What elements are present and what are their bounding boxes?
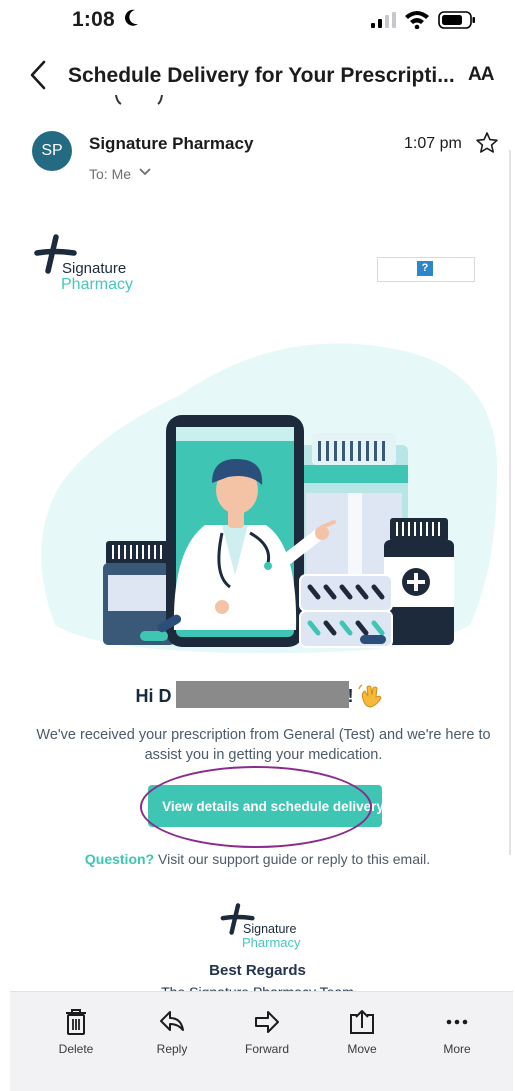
- forward-button[interactable]: Forward: [227, 1008, 307, 1056]
- forward-icon: [255, 1011, 279, 1033]
- support-text: Visit our support guide or reply to this…: [154, 851, 431, 867]
- scrolled-content-fragment: [115, 95, 163, 105]
- broken-image-icon: ?: [417, 261, 433, 276]
- chevron-down-icon[interactable]: [138, 166, 152, 178]
- footer-logo-text-line1: Signature: [243, 922, 297, 936]
- more-label: More: [443, 1042, 471, 1056]
- support-line: Question? Visit our support guide or rep…: [0, 851, 515, 867]
- schedule-delivery-button[interactable]: View details and schedule delivery: [148, 785, 382, 827]
- sender-name[interactable]: Signature Pharmacy: [89, 134, 253, 154]
- star-icon[interactable]: [475, 131, 499, 155]
- delete-label: Delete: [58, 1042, 94, 1056]
- email-subject: Schedule Delivery for Your Prescripti...: [68, 64, 455, 87]
- reply-label: Reply: [156, 1042, 188, 1056]
- status-time: 1:08: [72, 8, 115, 31]
- text-size-button[interactable]: AA: [468, 64, 494, 86]
- hero-illustration: [41, 343, 498, 654]
- reply-button[interactable]: Reply: [132, 1008, 212, 1056]
- email-message: We've received your prescription from Ge…: [36, 727, 491, 763]
- greeting-prefix: Hi D: [135, 686, 172, 706]
- redacted-name: [176, 681, 349, 708]
- waving-hand-icon: [358, 684, 382, 708]
- cellular-signal-icon: [371, 12, 396, 28]
- wifi-icon: [405, 11, 429, 29]
- footer-brand-logo: Signature Pharmacy: [220, 903, 320, 953]
- bottom-toolbar: Delete Reply Forward Move More: [10, 991, 513, 1091]
- forward-label: Forward: [244, 1042, 289, 1056]
- brand-logo: Signature Pharmacy: [34, 234, 154, 296]
- sign-off: Best Regards: [209, 962, 306, 979]
- move-button[interactable]: Move: [322, 1008, 402, 1056]
- battery-icon: [438, 11, 475, 29]
- footer-logo-text-line2: Pharmacy: [242, 935, 301, 950]
- sender-avatar: SP: [32, 131, 72, 171]
- reply-icon: [160, 1011, 184, 1031]
- more-icon: [446, 1019, 468, 1025]
- move-label: Move: [347, 1042, 377, 1056]
- trash-icon: [66, 1009, 86, 1035]
- email-time: 1:07 pm: [404, 135, 462, 152]
- recipient-line[interactable]: To: Me: [89, 166, 131, 182]
- delete-button[interactable]: Delete: [36, 1008, 116, 1056]
- move-icon: [350, 1010, 374, 1034]
- logo-text-line2: Pharmacy: [61, 276, 134, 293]
- logo-text-line1: Signature: [62, 260, 127, 277]
- question-link[interactable]: Question?: [85, 851, 154, 867]
- more-button[interactable]: More: [417, 1008, 497, 1056]
- schedule-delivery-button-label: View details and schedule delivery: [162, 798, 382, 814]
- moon-icon: [125, 9, 138, 26]
- back-chevron-icon[interactable]: [28, 60, 48, 90]
